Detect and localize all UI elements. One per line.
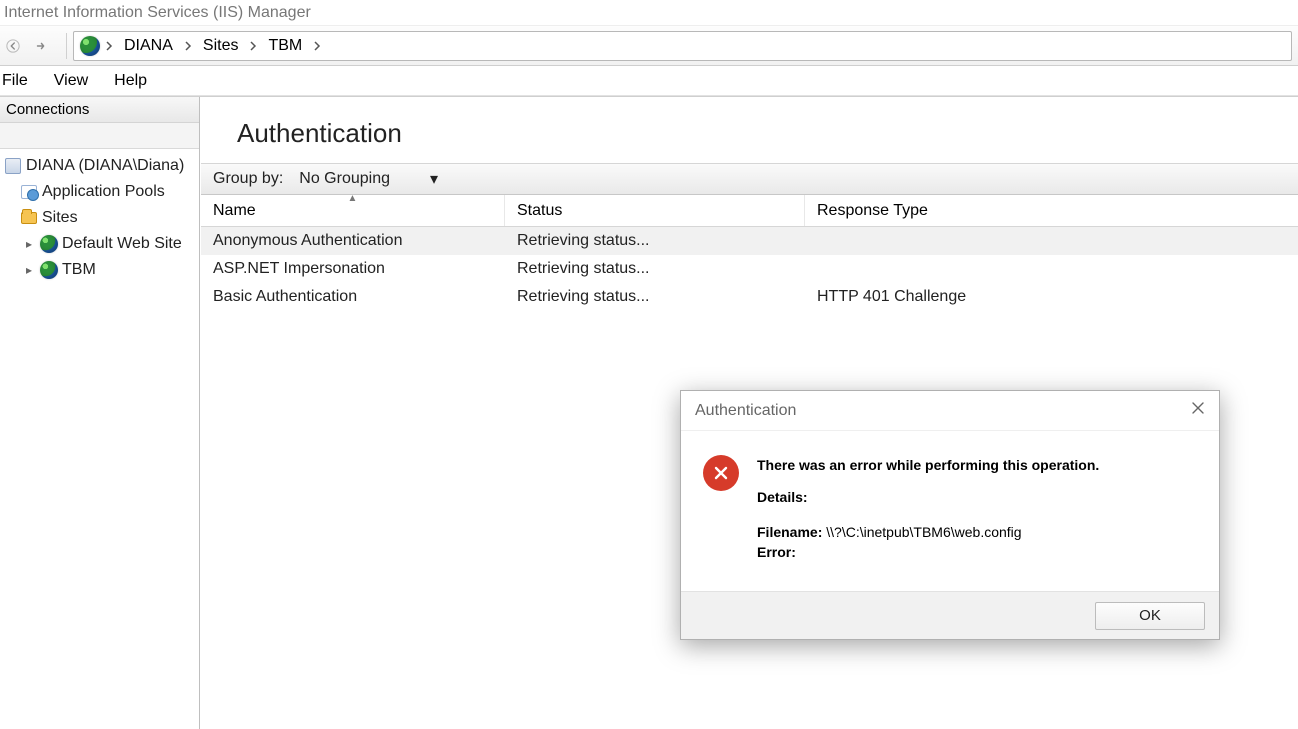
cell-response [805, 255, 1298, 283]
grid-row[interactable]: Anonymous Authentication Retrieving stat… [201, 227, 1298, 255]
ok-button[interactable]: OK [1095, 602, 1205, 630]
dialog-heading: There was an error while performing this… [757, 455, 1197, 475]
page-title: Authentication [237, 118, 402, 149]
menu-file[interactable]: File [2, 72, 28, 90]
cell-response [805, 227, 1298, 255]
dialog-title: Authentication [695, 402, 796, 420]
dialog-error-label: Error: [757, 544, 796, 560]
chevron-right-icon [312, 41, 322, 51]
group-by-value: No Grouping [299, 170, 390, 188]
cell-status: Retrieving status... [505, 283, 805, 311]
dialog-details-label: Details: [757, 487, 1197, 507]
group-by-dropdown[interactable]: No Grouping ▾ [293, 167, 444, 191]
dialog-close-button[interactable] [1191, 401, 1205, 420]
grid-header: Name ▲ Status Response Type [201, 195, 1298, 227]
expander-icon[interactable]: ▸ [22, 237, 36, 251]
tree-label: DIANA (DIANA\Diana) [26, 157, 184, 175]
navigation-bar: DIANA Sites TBM [0, 26, 1298, 66]
connections-panel: Connections DIANA (DIANA\Diana) Applicat… [0, 97, 200, 729]
cell-name: Anonymous Authentication [201, 227, 505, 255]
tree-site-tbm[interactable]: ▸ TBM [2, 257, 197, 283]
tree-label: Sites [42, 209, 78, 227]
expander-icon[interactable]: ▸ [22, 263, 36, 277]
menu-help[interactable]: Help [114, 72, 147, 90]
cell-status: Retrieving status... [505, 227, 805, 255]
tree-item-app-pools[interactable]: Application Pools [2, 179, 197, 205]
cell-response: HTTP 401 Challenge [805, 283, 1298, 311]
cell-name: Basic Authentication [201, 283, 505, 311]
tree-label: Application Pools [42, 183, 165, 201]
nav-forward-button[interactable] [30, 35, 52, 57]
breadcrumb-item[interactable]: Sites [197, 37, 245, 55]
nav-separator [66, 33, 67, 59]
chevron-down-icon: ▾ [430, 169, 438, 189]
chevron-right-icon [183, 41, 193, 51]
grid-row[interactable]: ASP.NET Impersonation Retrieving status.… [201, 255, 1298, 283]
tree-item-sites[interactable]: Sites [2, 205, 197, 231]
dialog-filename-value: \\?\C:\inetpub\TBM6\web.config [826, 524, 1021, 540]
app-pools-icon [20, 183, 38, 201]
dialog-filename-label: Filename: [757, 524, 822, 540]
cell-name: ASP.NET Impersonation [201, 255, 505, 283]
chevron-right-icon [104, 41, 114, 51]
globe-icon [40, 261, 58, 279]
window-title: Internet Information Services (IIS) Mana… [0, 0, 1298, 26]
error-icon [703, 455, 739, 581]
connections-tree: DIANA (DIANA\Diana) Application Pools Si… [0, 149, 199, 287]
group-by-label: Group by: [213, 170, 283, 188]
column-header-response[interactable]: Response Type [805, 195, 1298, 226]
sort-indicator-icon: ▲ [348, 193, 358, 204]
tree-site-default[interactable]: ▸ Default Web Site [2, 231, 197, 257]
tree-label: TBM [62, 261, 96, 279]
connections-header: Connections [0, 97, 199, 123]
cell-status: Retrieving status... [505, 255, 805, 283]
folder-icon [20, 209, 38, 227]
column-header-status[interactable]: Status [505, 195, 805, 226]
tree-server-node[interactable]: DIANA (DIANA\Diana) [2, 153, 197, 179]
grid-row[interactable]: Basic Authentication Retrieving status..… [201, 283, 1298, 311]
dialog-text: There was an error while performing this… [757, 455, 1197, 581]
server-icon [4, 157, 22, 175]
menu-bar: File View Help [0, 66, 1298, 96]
nav-back-button[interactable] [2, 35, 24, 57]
grid-body: Anonymous Authentication Retrieving stat… [201, 227, 1298, 311]
error-dialog: Authentication There was an error while … [680, 390, 1220, 640]
menu-view[interactable]: View [54, 72, 88, 90]
connections-toolbar [0, 123, 199, 149]
column-header-name[interactable]: Name ▲ [201, 195, 505, 226]
group-by-bar: Group by: No Grouping ▾ [201, 163, 1298, 195]
tree-label: Default Web Site [62, 235, 182, 253]
breadcrumb-root-icon [80, 36, 100, 56]
breadcrumb-item[interactable]: TBM [262, 37, 308, 55]
globe-icon [40, 235, 58, 253]
chevron-right-icon [248, 41, 258, 51]
breadcrumb[interactable]: DIANA Sites TBM [73, 31, 1292, 61]
breadcrumb-item[interactable]: DIANA [118, 37, 179, 55]
